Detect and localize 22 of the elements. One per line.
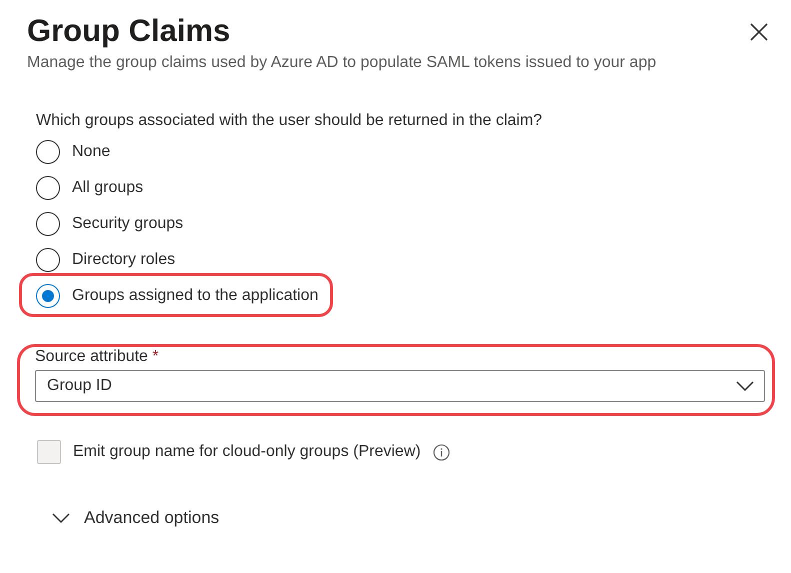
radio-option[interactable]: Directory roles xyxy=(36,248,176,272)
advanced-options-toggle[interactable]: Advanced options xyxy=(52,508,220,528)
required-mark: * xyxy=(152,348,159,365)
info-icon xyxy=(432,444,450,460)
checkbox-label: Emit group name for cloud-only groups (Preview) xyxy=(73,443,421,461)
source-attribute-dropdown[interactable]: Group ID xyxy=(35,370,765,402)
radio-option[interactable]: Groups assigned to the application xyxy=(36,284,318,308)
chevron-down-icon xyxy=(52,513,70,523)
radio-option[interactable]: Security groups xyxy=(36,212,184,236)
chevron-down-icon xyxy=(736,381,754,391)
radio-button[interactable] xyxy=(36,284,60,308)
radio-option[interactable]: All groups xyxy=(36,176,144,200)
radio-button[interactable] xyxy=(36,140,60,164)
radio-option[interactable]: None xyxy=(36,140,110,164)
panel-title: Group Claims xyxy=(27,12,230,50)
field-label: Source attribute xyxy=(35,348,148,365)
close-icon[interactable] xyxy=(749,22,769,42)
radio-button[interactable] xyxy=(36,248,60,272)
panel-subtitle: Manage the group claims used by Azure AD to populate SAML tokens issued to your app xyxy=(27,54,658,72)
radio-button[interactable] xyxy=(36,176,60,200)
question-text: Which groups associated with the user should be returned in the claim? xyxy=(36,112,544,130)
radio-button[interactable] xyxy=(36,212,60,236)
